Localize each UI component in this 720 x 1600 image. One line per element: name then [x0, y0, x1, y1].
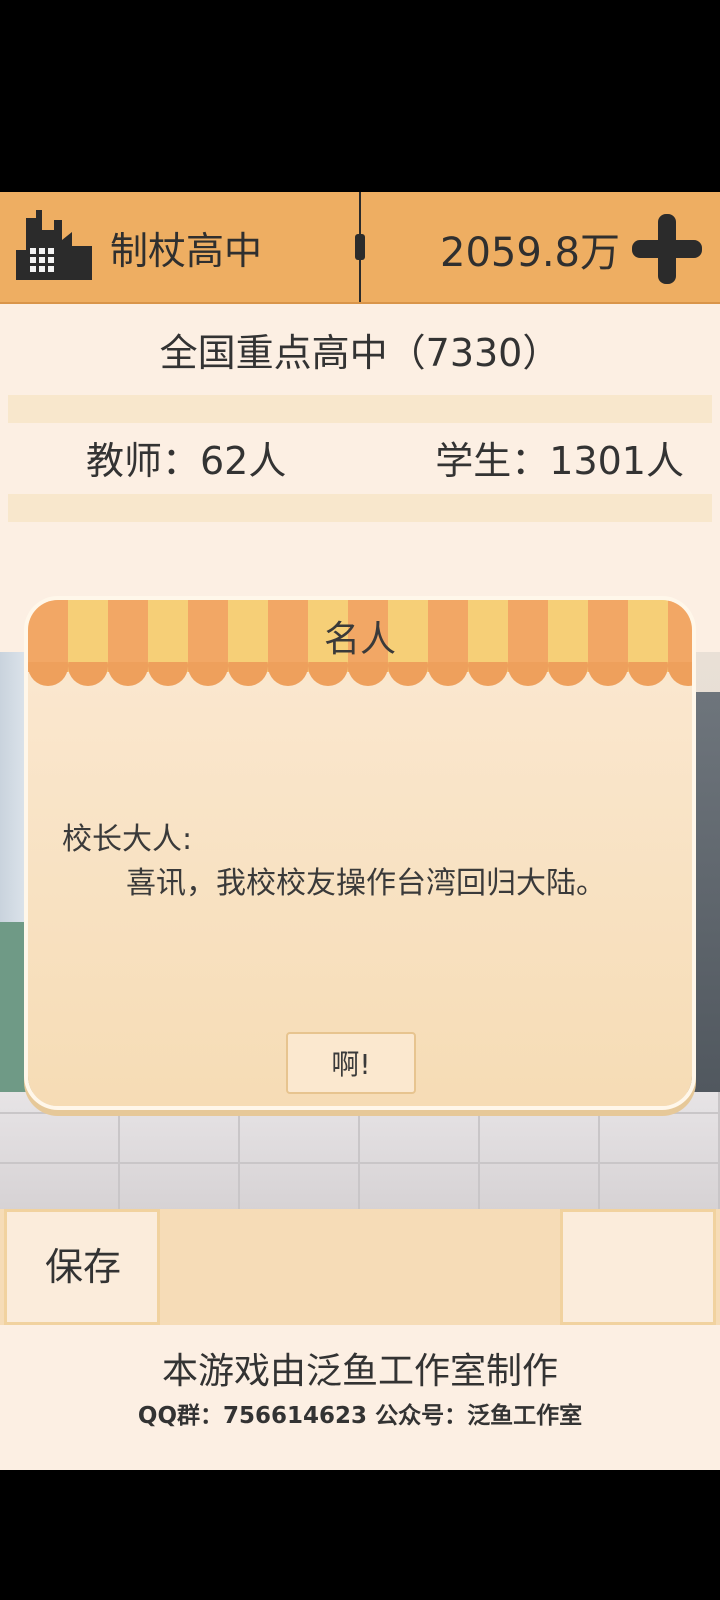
topbar-divider-knob: [355, 234, 365, 260]
save-button[interactable]: 保存: [4, 1209, 160, 1325]
contact-info: QQ群：756614623 公众号：泛鱼工作室: [137, 1403, 583, 1429]
acknowledge-button[interactable]: 啊!: [286, 1032, 416, 1094]
teacher-count: 教师：62人: [86, 439, 287, 483]
dialog-salutation: 校长大人:: [62, 822, 193, 857]
awning-scallops: [28, 662, 692, 686]
right-action-button[interactable]: [560, 1209, 716, 1325]
student-count: 学生：1301人: [435, 439, 684, 483]
plus-icon[interactable]: [630, 212, 704, 286]
divider-band: [8, 395, 712, 423]
celebrity-dialog: 名人 校长大人: 喜讯，我校校友操作台湾回归大陆。 啊!: [28, 600, 692, 1106]
school-rank-title: 全国重点高中（7330）: [159, 331, 561, 375]
money-amount: 2059.8万: [440, 230, 620, 276]
dialog-message: 喜讯，我校校友操作台湾回归大陆。: [126, 866, 606, 901]
top-bar: 制杖高中 2059.8万: [0, 192, 720, 304]
game-screen: 制杖高中 2059.8万 全国重点高中（7330） 教师：62人 学生：1301…: [0, 192, 720, 1470]
school-name: 制杖高中: [110, 229, 263, 273]
school-building-icon: [16, 210, 92, 280]
tiled-floor: [0, 1092, 720, 1212]
divider-band: [8, 494, 712, 522]
studio-credit: 本游戏由泛鱼工作室制作: [161, 1351, 558, 1392]
dialog-title: 名人: [323, 619, 396, 660]
